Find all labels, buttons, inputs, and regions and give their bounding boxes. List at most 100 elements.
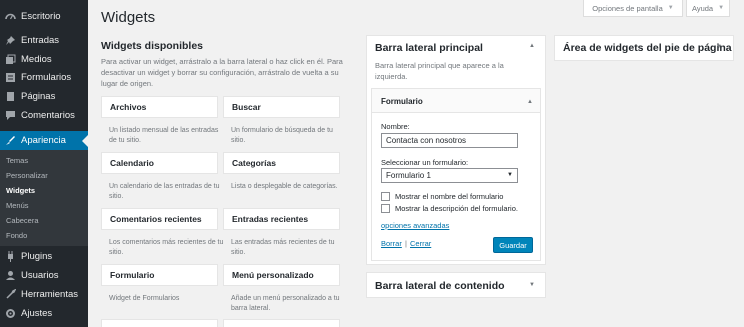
caret-down-icon[interactable]: ▼ (529, 282, 535, 288)
caret-down-icon: ▼ (507, 172, 513, 178)
users-icon (5, 270, 16, 281)
available-widgets-description: Para activar un widget, arrástralo a la … (101, 57, 343, 88)
name-input-value: Contacta con nosotros (386, 136, 467, 145)
nav-label: Apariencia (21, 135, 66, 146)
form-select[interactable]: Formulario 1 ▼ (381, 168, 518, 183)
submenu-widgets[interactable]: Widgets (6, 186, 35, 195)
caret-up-icon[interactable]: ▲ (527, 99, 533, 105)
widget-description: Un formulario de búsqueda de tu sitio. (231, 127, 333, 144)
widget-name: Comentarios recientes (110, 214, 202, 224)
widget-description: Un calendario de las entradas de tu siti… (109, 183, 220, 200)
footer-widget-area-title[interactable]: Área de widgets del pie de página (563, 42, 732, 54)
widget-calendar[interactable]: Calendario (101, 152, 218, 174)
caret-down-icon: ▼ (667, 5, 674, 11)
admin-sidebar: Escritorio Entradas Medios Formularios P… (0, 0, 88, 327)
link-separator: | (405, 239, 407, 248)
submenu-menus[interactable]: Menús (6, 201, 29, 210)
nav-label: Usuarios (21, 270, 59, 281)
widget-description: Añade un menú personalizado a tu barra l… (231, 295, 340, 312)
show-description-checkbox[interactable]: Mostrar la descripción del formulario. (381, 204, 518, 213)
screen-options-label: Opciones de pantalla (592, 3, 663, 13)
widget-name: Categorías (232, 158, 276, 168)
plugins-icon (5, 251, 16, 262)
widget-name: Buscar (232, 102, 261, 112)
main-sidebar-description: Barra lateral principal que aparece a la… (375, 61, 504, 81)
nav-item-tools[interactable]: Herramientas (0, 285, 88, 304)
nav-item-dashboard[interactable]: Escritorio (0, 7, 88, 26)
nav-label: Ajustes (21, 308, 53, 319)
widget-archives[interactable]: Archivos (101, 96, 218, 118)
screen-options-button[interactable]: Opciones de pantalla ▼ (583, 0, 683, 17)
settings-icon (5, 308, 16, 319)
widget-name: Menú personalizado (232, 270, 314, 280)
caret-up-icon[interactable]: ▲ (529, 43, 535, 49)
delete-link[interactable]: Borrar (381, 239, 402, 248)
nav-item-plugins[interactable]: Plugins (0, 247, 88, 266)
widget-recent-posts[interactable]: Entradas recientes (223, 208, 340, 230)
pages-icon (5, 91, 16, 102)
name-input[interactable]: Contacta con nosotros (381, 133, 518, 148)
save-label: Guardar (499, 240, 527, 250)
form-select-value: Formulario 1 (386, 171, 431, 180)
nav-item-appearance[interactable]: Apariencia (0, 131, 88, 150)
checkbox-label: Mostrar el nombre del formulario (395, 192, 504, 201)
submenu-background[interactable]: Fondo (6, 231, 27, 240)
nav-item-comments[interactable]: Comentarios (0, 106, 88, 125)
widget-name: Calendario (110, 158, 154, 168)
save-button[interactable]: Guardar (493, 237, 533, 253)
close-link[interactable]: Cerrar (410, 239, 431, 248)
widget-card-partial[interactable] (101, 319, 218, 327)
nav-item-pages[interactable]: Páginas (0, 87, 88, 106)
nav-label: Comentarios (21, 110, 75, 121)
available-widgets-title: Widgets disponibles (101, 40, 203, 52)
widget-name: Formulario (110, 270, 155, 280)
nav-label: Escritorio (21, 11, 61, 22)
widget-form[interactable]: Formulario (101, 264, 218, 286)
nav-item-forms[interactable]: Formularios (0, 68, 88, 87)
submenu-themes[interactable]: Temas (6, 156, 28, 165)
widget-description: Widget de Formularios (109, 295, 180, 302)
name-label: Nombre: (381, 122, 410, 131)
comments-icon (5, 110, 16, 121)
content-sidebar-title[interactable]: Barra lateral de contenido (375, 280, 505, 292)
dashboard-icon (5, 11, 16, 22)
main-sidebar-title[interactable]: Barra lateral principal (375, 42, 483, 54)
show-name-checkbox[interactable]: Mostrar el nombre del formulario (381, 192, 503, 201)
widget-recent-comments[interactable]: Comentarios recientes (101, 208, 218, 230)
widget-description: Lista o desplegable de categorías. (231, 183, 338, 190)
form-widget-panel: Formulario ▲ Nombre: Contacta con nosotr… (371, 88, 541, 261)
nav-label: Formularios (21, 72, 72, 83)
submenu-header[interactable]: Cabecera (6, 216, 39, 225)
widget-custom-menu[interactable]: Menú personalizado (223, 264, 340, 286)
nav-label: Páginas (21, 91, 56, 102)
widget-description: Las entradas más recientes de tu sitio. (231, 239, 335, 256)
caret-down-icon: ▼ (718, 5, 725, 11)
pin-icon (5, 35, 16, 46)
nav-item-settings[interactable]: Ajustes (0, 304, 88, 323)
page-title: Widgets (101, 9, 156, 26)
checkbox[interactable] (381, 192, 390, 201)
select-form-label: Seleccionar un formulario: (381, 158, 469, 167)
help-button[interactable]: Ayuda ▼ (686, 0, 730, 17)
widget-name: Entradas recientes (232, 214, 309, 224)
widget-description: Un listado mensual de las entradas de tu… (109, 127, 219, 144)
nav-item-posts[interactable]: Entradas (0, 31, 88, 50)
checkbox-label: Mostrar la descripción del formulario. (395, 204, 518, 213)
media-icon (5, 54, 16, 65)
caret-down-icon[interactable]: ▼ (716, 44, 722, 50)
form-widget-title: Formulario (381, 97, 423, 106)
advanced-options-link[interactable]: opciones avanzadas (381, 221, 449, 230)
nav-item-users[interactable]: Usuarios (0, 266, 88, 285)
nav-label: Plugins (21, 251, 53, 262)
widget-categories[interactable]: Categorías (223, 152, 340, 174)
widget-card-partial[interactable] (223, 319, 340, 327)
tools-icon (5, 289, 16, 300)
forms-icon (5, 72, 16, 83)
widget-search[interactable]: Buscar (223, 96, 340, 118)
nav-item-media[interactable]: Medios (0, 50, 88, 69)
widget-description: Los comentarios más recientes de tu siti… (109, 239, 224, 256)
submenu-customize[interactable]: Personalizar (6, 171, 48, 180)
checkbox[interactable] (381, 204, 390, 213)
nav-label: Entradas (21, 35, 60, 46)
appearance-submenu: Temas Personalizar Widgets Menús Cabecer… (0, 150, 88, 246)
